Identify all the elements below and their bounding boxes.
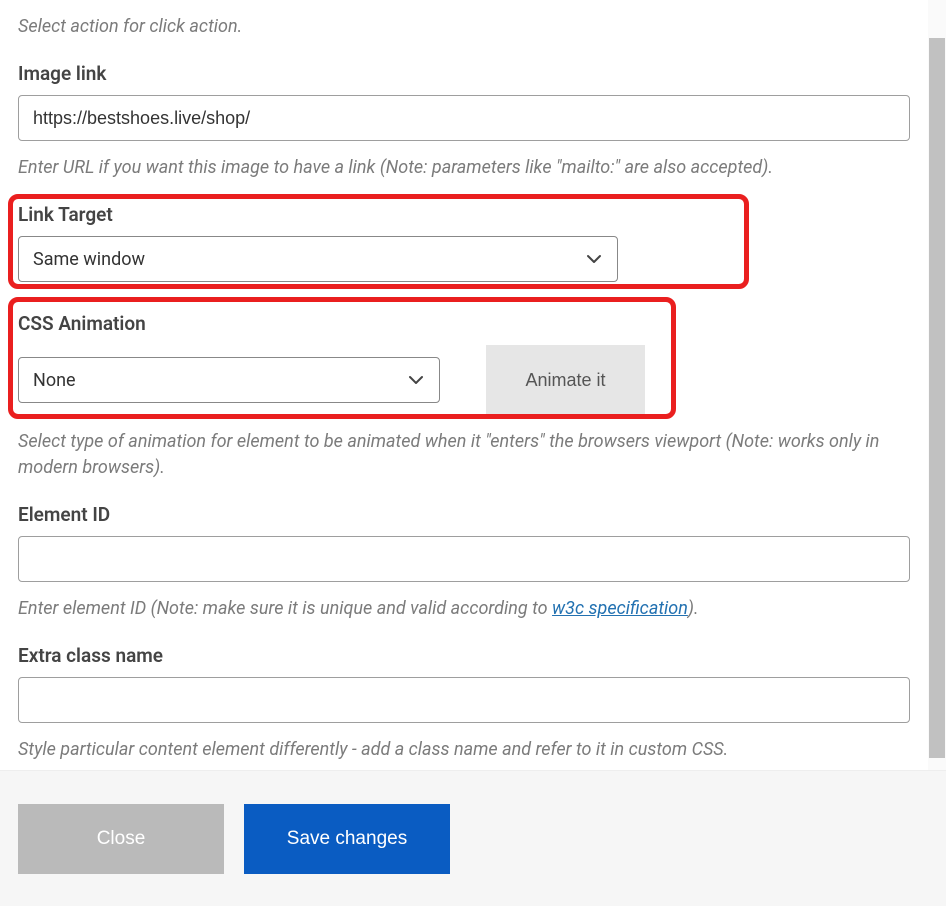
extra-class-input[interactable] — [18, 677, 910, 723]
dialog-footer: Close Save changes — [0, 770, 946, 906]
settings-panel: Select action for click action. Image li… — [0, 0, 946, 906]
scrollbar-thumb[interactable] — [929, 38, 945, 758]
scrollbar-track[interactable] — [928, 0, 946, 770]
save-changes-button[interactable]: Save changes — [244, 804, 450, 874]
image-link-help: Enter URL if you want this image to have… — [18, 155, 910, 181]
css-animation-help: Select type of animation for element to … — [18, 429, 910, 481]
element-id-help: Enter element ID (Note: make sure it is … — [18, 596, 910, 622]
extra-class-label: Extra class name — [18, 644, 910, 667]
element-id-help-post: ). — [688, 598, 699, 619]
element-id-help-pre: Enter element ID (Note: make sure it is … — [18, 598, 552, 619]
element-id-label: Element ID — [18, 503, 910, 526]
settings-content: Select action for click action. Image li… — [0, 0, 928, 770]
css-animation-label: CSS Animation — [18, 312, 910, 335]
link-target-label: Link Target — [18, 203, 910, 226]
animate-it-button[interactable]: Animate it — [486, 345, 645, 415]
image-link-input[interactable] — [18, 95, 910, 141]
close-button[interactable]: Close — [18, 804, 224, 874]
w3c-spec-link[interactable]: w3c specification — [552, 598, 688, 619]
extra-class-help: Style particular content element differe… — [18, 737, 910, 763]
image-link-label: Image link — [18, 62, 910, 85]
css-animation-select[interactable]: None — [18, 357, 440, 403]
css-animation-value: None — [33, 370, 76, 391]
click-action-help: Select action for click action. — [18, 14, 910, 40]
css-animation-row: None Animate it — [18, 345, 910, 415]
link-target-select[interactable]: Same window — [18, 236, 618, 282]
element-id-input[interactable] — [18, 536, 910, 582]
link-target-value: Same window — [33, 249, 145, 270]
